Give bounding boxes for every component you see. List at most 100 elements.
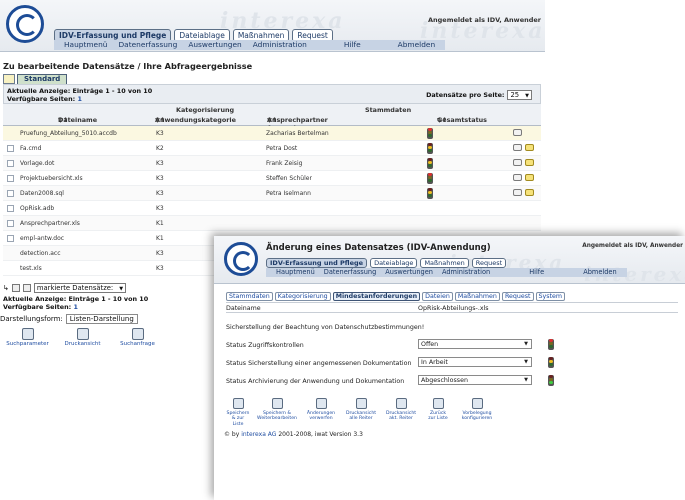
cell-dateiname[interactable]: Pruefung_Abteilung_5010.accdb [20, 130, 117, 137]
bulk-actions: ↳ markierte Datensätze: ▼ [3, 283, 148, 293]
row-checkbox[interactable] [7, 175, 14, 182]
col-dateiname[interactable]: ▽↑ Dateiname ↓ [58, 116, 97, 124]
list-footer: ↳ markierte Datensätze: ▼ Aktuelle Anzeig… [3, 283, 148, 311]
bulk-select[interactable]: markierte Datensätze: ▼ [33, 283, 127, 293]
apptab-request[interactable]: Request [471, 258, 507, 268]
menu-datenerfassung[interactable]: Datenerfassung [118, 40, 177, 50]
edit-view-icon[interactable] [3, 74, 15, 84]
tab-stammdaten[interactable]: Stammdaten [226, 292, 273, 301]
cell-dateiname[interactable]: OpRisk.adb [20, 205, 54, 212]
view-icon[interactable] [513, 129, 522, 136]
row-checkbox[interactable] [7, 160, 14, 167]
table-row[interactable]: Daten2008.sql K3 Petra Iselmann [3, 186, 541, 201]
table-row[interactable]: Projektuebersicht.xls K3 Steffen Schüler [3, 171, 541, 186]
tab-dateien[interactable]: Dateien [422, 292, 453, 301]
print-current-button[interactable]: Druckansicht akt. Reiter [384, 398, 418, 427]
cell-dateiname[interactable]: Fa.cmd [20, 145, 41, 152]
magnifier-icon [21, 328, 34, 340]
table-row[interactable]: OpRisk.adb K3 [3, 201, 541, 216]
cell-kategorie: K3 [156, 130, 164, 137]
edit-icon[interactable] [525, 159, 534, 166]
tool-label: verwerfen [309, 416, 333, 422]
view-icon[interactable] [513, 189, 522, 196]
export-icon[interactable] [11, 284, 20, 292]
view-icon[interactable] [513, 159, 522, 166]
col-gesamtstatus[interactable]: ▽↑ Gesamtstatus ↓ [437, 116, 487, 124]
tab-massnahmen[interactable]: Maßnahmen [454, 292, 500, 301]
footer-page-link[interactable]: 1 [73, 303, 77, 311]
row-checkbox[interactable] [7, 205, 14, 212]
menu-datenerfassung[interactable]: Datenerfassung [324, 268, 376, 277]
edit-icon[interactable] [525, 174, 534, 181]
cell-dateiname[interactable]: test.xls [20, 265, 42, 272]
row-checkbox[interactable] [7, 145, 14, 152]
cell-ansprechpartner: Frank Zeisig [266, 160, 303, 167]
edit-icon[interactable] [525, 189, 534, 196]
cell-dateiname[interactable]: Daten2008.sql [20, 190, 64, 197]
cell-dateiname[interactable]: Ansprechpartner.xls [20, 220, 80, 227]
traffic-light-icon [427, 188, 433, 199]
menu-hilfe[interactable]: Hilfe [344, 40, 361, 50]
tab-request[interactable]: Request [501, 292, 534, 301]
table-row[interactable]: Vorlage.dot K3 Frank Zeisig [3, 156, 541, 171]
row-checkbox[interactable] [7, 235, 14, 242]
col-kategorie[interactable]: ▽↑ Anwendungskategorie ↓ [155, 116, 236, 124]
menu-auswertungen[interactable]: Auswertungen [188, 40, 241, 50]
traffic-light-icon [427, 173, 433, 184]
tab-kategorisierung[interactable]: Kategorisierung [274, 292, 331, 301]
search-params-button[interactable]: Suchparameter [0, 328, 55, 347]
row-checkbox[interactable] [7, 190, 14, 197]
view-icon[interactable] [513, 174, 522, 181]
row-checkbox[interactable] [7, 220, 14, 227]
apptab-massnahmen[interactable]: Maßnahmen [420, 258, 469, 268]
tab-standard[interactable]: Standard [17, 74, 68, 84]
interexa-link[interactable]: interexa AG [241, 431, 276, 438]
view-icon[interactable] [513, 144, 522, 151]
cell-dateiname[interactable]: empl-antw.doc [20, 235, 64, 242]
table-row[interactable]: Fa.cmd K2 Petra Dost [3, 141, 541, 156]
save-continue-button[interactable]: Speichern & Weiterbearbeiten [256, 398, 298, 427]
search-query-button[interactable]: Suchanfrage [110, 328, 165, 347]
col-ansprechpartner[interactable]: ▽↑ Ansprechpartner Anwendung ↓ [267, 116, 328, 132]
select-all-icon[interactable]: ↳ [3, 284, 9, 292]
cell-dateiname[interactable]: Projektuebersicht.xls [20, 175, 83, 182]
edit-icon[interactable] [525, 144, 534, 151]
view-tabs: Standard [3, 74, 68, 84]
page-title: Zu bearbeitende Datensätze / Ihre Abfrag… [3, 61, 253, 71]
per-page-value: 25 [510, 91, 520, 99]
print-all-button[interactable]: Druckansicht alle Reiter [344, 398, 378, 427]
status-select[interactable]: Offen ▼ [418, 339, 532, 349]
apptab-idv[interactable]: IDV-Erfassung und Pflege [266, 258, 368, 268]
dateiname-label: Dateiname [226, 305, 261, 312]
menu-abmelden[interactable]: Abmelden [398, 40, 435, 50]
tab-mindestanforderungen[interactable]: Mindestanforderungen [332, 292, 421, 301]
field-archivierung: Status Archivierung der Anwendung und Do… [226, 374, 678, 388]
save-list-button[interactable]: Speichern & zur Liste [226, 398, 250, 427]
menu-hilfe[interactable]: Hilfe [529, 268, 544, 277]
tab-system[interactable]: System [535, 292, 565, 301]
cell-dateiname[interactable]: Vorlage.dot [20, 160, 54, 167]
per-page-select[interactable]: 25 ▼ [507, 90, 532, 100]
menu-hauptmenue[interactable]: Hauptmenü [64, 40, 107, 50]
field-label: Status Zugriffskontrollen [226, 342, 304, 349]
menu-administration[interactable]: Administration [442, 268, 490, 277]
cell-dateiname[interactable]: detection.acc [20, 250, 61, 257]
print-icon[interactable] [22, 284, 31, 292]
print-view-button[interactable]: Druckansicht [55, 328, 110, 347]
field-label: Status Sicherstellung einer angemessenen… [226, 360, 412, 367]
menu-administration[interactable]: Administration [253, 40, 307, 50]
display-mode-select[interactable]: Listen-Darstellung [65, 314, 138, 324]
preset-config-button[interactable]: Vorbelegung konfigurieren [458, 398, 496, 427]
table-row[interactable]: Pruefung_Abteilung_5010.accdb K3 Zachari… [3, 126, 541, 141]
back-to-list-button[interactable]: Zurück zur Liste [424, 398, 452, 427]
status-select[interactable]: In Arbeit ▼ [418, 357, 532, 367]
menu-auswertungen[interactable]: Auswertungen [385, 268, 433, 277]
table-row[interactable]: Ansprechpartner.xls K1 [3, 216, 541, 231]
page-link[interactable]: 1 [77, 95, 81, 103]
discard-button[interactable]: Änderungen verwerfen [304, 398, 338, 427]
apptab-dateiablage[interactable]: Dateiablage [370, 258, 418, 268]
status-select[interactable]: Abgeschlossen ▼ [418, 375, 532, 385]
cell-kategorie: K3 [156, 205, 164, 212]
menu-abmelden[interactable]: Abmelden [583, 268, 616, 277]
menu-hauptmenue[interactable]: Hauptmenü [276, 268, 315, 277]
